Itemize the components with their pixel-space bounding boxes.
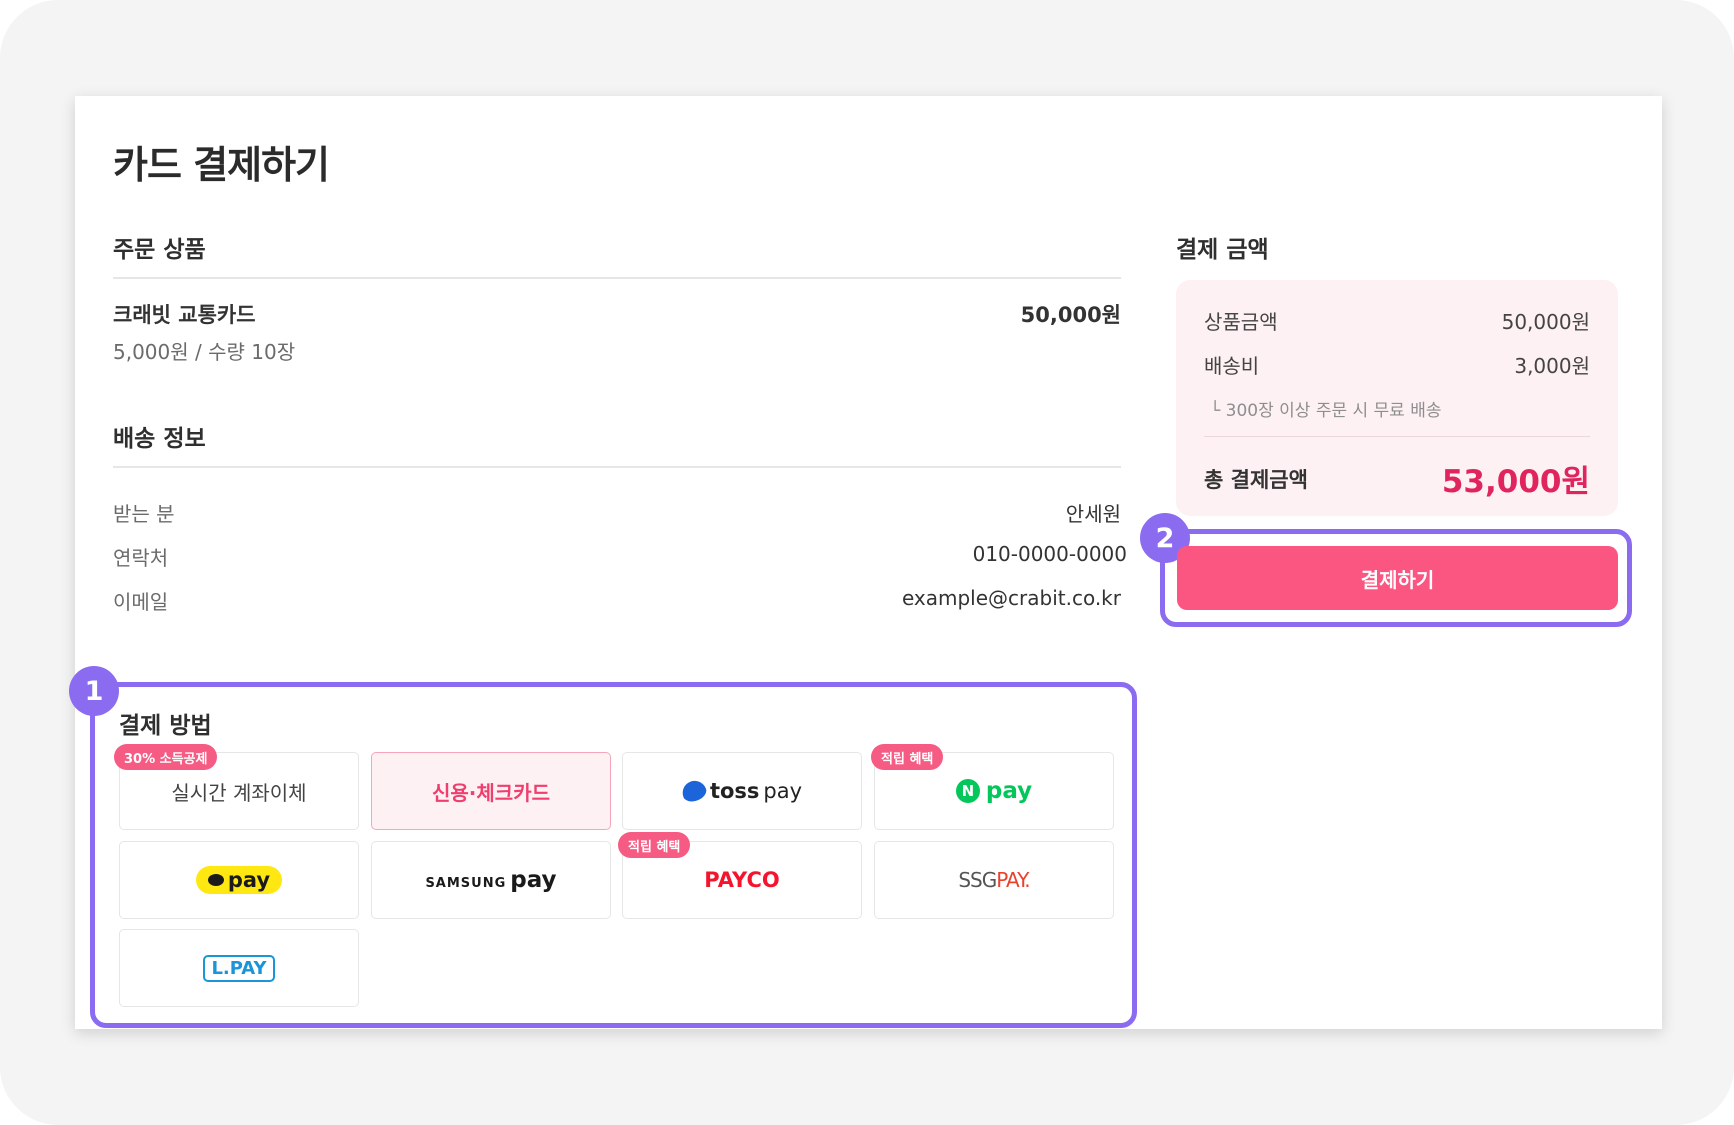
- email-value: example@crabit.co.kr: [901, 586, 1121, 610]
- samsung-wordmark: SAMSUNG: [425, 876, 507, 891]
- shipping-section-title: 배송 정보: [113, 426, 206, 452]
- email-label: 이메일: [113, 590, 169, 614]
- page-title: 카드 결제하기: [113, 143, 330, 187]
- npay-wordmark: pay: [985, 778, 1033, 804]
- method-ssgpay[interactable]: SSGPAY.: [874, 841, 1114, 919]
- pay-wordmark: PAY.: [996, 868, 1030, 892]
- screenshot-frame: 카드 결제하기 주문 상품 크래빗 교통카드 50,000원 5,000원 / …: [0, 0, 1734, 1125]
- subtotal-value: 50,000원: [1501, 310, 1590, 334]
- samsungpay-logo: SAMSUNG pay: [425, 867, 556, 893]
- divider: [113, 466, 1121, 468]
- recipient-label: 받는 분: [113, 502, 175, 526]
- reward-badge: 적립 혜택: [871, 744, 944, 770]
- ssgpay-logo: SSGPAY.: [958, 868, 1030, 892]
- total-value: 53,000원: [1441, 464, 1590, 500]
- pay-wordmark: pay: [510, 867, 557, 893]
- method-label: 실시간 계좌이체: [171, 780, 307, 805]
- kakaopay-logo: pay: [195, 866, 283, 894]
- product-name: 크래빗 교통카드: [113, 303, 256, 327]
- product-detail: 5,000원 / 수량 10장: [113, 340, 296, 364]
- income-deduction-badge: 30% 소득공제: [114, 744, 218, 770]
- free-shipping-note: └ 300장 이상 주문 시 무료 배송: [1210, 401, 1442, 421]
- subtotal-label: 상품금액: [1204, 310, 1278, 334]
- payment-method-section-title: 결제 방법: [119, 713, 212, 739]
- kakaopay-wordmark: pay: [227, 868, 271, 892]
- phone-value: 010-0000-0000: [972, 542, 1127, 566]
- summary-section-title: 결제 금액: [1176, 237, 1269, 263]
- method-lpay[interactable]: L.PAY: [119, 929, 359, 1007]
- pay-button[interactable]: 결제하기: [1177, 546, 1618, 610]
- toss-drop-icon: [679, 777, 709, 805]
- method-samsungpay[interactable]: SAMSUNG pay: [371, 841, 611, 919]
- method-credit-card[interactable]: 신용·체크카드: [371, 752, 611, 830]
- ssg-wordmark: SSG: [958, 868, 997, 892]
- method-label: 신용·체크카드: [432, 780, 550, 805]
- summary-row-subtotal: 상품금액 50,000원: [1204, 306, 1590, 335]
- method-kakaopay[interactable]: pay: [119, 841, 359, 919]
- shipping-fee-label: 배송비: [1204, 354, 1260, 378]
- naver-n-icon: N: [955, 779, 980, 803]
- shipping-fee-value: 3,000원: [1514, 354, 1590, 378]
- summary-row-shipping: 배송비 3,000원: [1204, 350, 1590, 379]
- product-price: 50,000원: [1020, 303, 1121, 327]
- tosspay-logo: toss pay: [679, 777, 803, 805]
- order-section-title: 주문 상품: [113, 237, 206, 263]
- total-label: 총 결제금액: [1204, 467, 1308, 492]
- phone-label: 연락처: [113, 546, 169, 570]
- divider: [113, 277, 1121, 279]
- npay-logo: N pay: [955, 778, 1033, 804]
- summary-divider: [1204, 436, 1590, 437]
- reward-badge: 적립 혜택: [618, 832, 691, 858]
- lpay-logo: L.PAY: [203, 954, 275, 982]
- toss-wordmark: toss: [709, 779, 760, 803]
- method-tosspay[interactable]: toss pay: [622, 752, 862, 830]
- step-badge-1: 1: [69, 666, 119, 716]
- payment-summary-panel: 상품금액 50,000원 배송비 3,000원 └ 300장 이상 주문 시 무…: [1176, 280, 1618, 516]
- pay-wordmark: pay: [763, 779, 803, 803]
- speech-bubble-icon: [207, 874, 224, 886]
- recipient-value: 안세원: [1065, 502, 1121, 526]
- summary-row-total: 총 결제금액 53,000원: [1204, 456, 1590, 501]
- payco-logo: PAYCO: [704, 868, 780, 892]
